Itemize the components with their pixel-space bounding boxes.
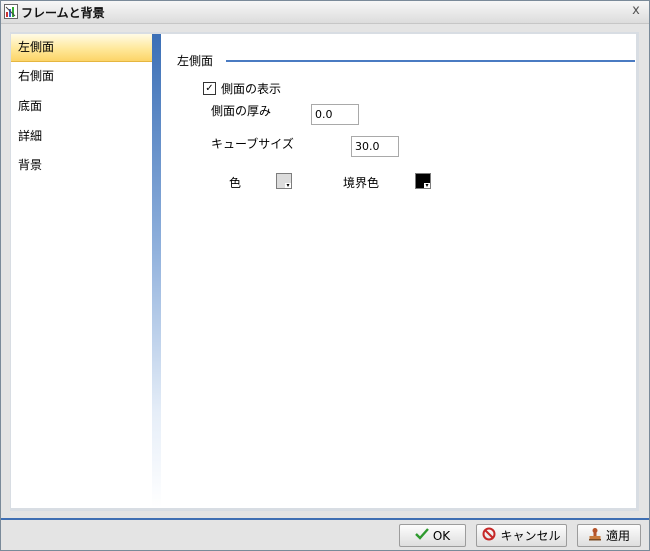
title-bar[interactable]: フレームと背景 x (1, 1, 649, 24)
sidebar-item-label: 底面 (18, 99, 43, 113)
apply-button[interactable]: 適用 (577, 524, 641, 547)
chevron-down-icon: ▾ (424, 182, 430, 189)
ok-button[interactable]: OK (399, 524, 466, 547)
chevron-down-icon: ▾ (285, 182, 291, 189)
sidebar-item-right-side[interactable]: 右側面 (11, 63, 152, 91)
settings-panel: 左側面 ✓ 側面の表示 側面の厚み キューブサイズ 色 ▾ 境界色 ▾ (161, 34, 636, 508)
dialog-title: フレームと背景 (21, 6, 105, 20)
sidebar-item-bottom[interactable]: 底面 (11, 93, 152, 121)
panel-splitter[interactable] (152, 34, 161, 508)
stamp-icon (588, 527, 602, 544)
ok-button-label: OK (432, 528, 451, 543)
cancel-icon (482, 527, 496, 544)
side-thickness-input[interactable] (311, 104, 359, 125)
frame-and-background-dialog: フレームと背景 x 左側面 右側面 底面 詳細 背景 左側面 ✓ 側面の表示 側… (0, 0, 650, 551)
color-label: 色 (229, 176, 242, 190)
sidebar-item-label: 右側面 (18, 69, 55, 83)
show-side-label: 側面の表示 (221, 81, 282, 96)
sidebar-item-label: 詳細 (18, 129, 43, 143)
checkmark-icon (414, 527, 429, 544)
show-side-checkbox-row[interactable]: ✓ 側面の表示 (203, 80, 281, 96)
apply-button-label: 適用 (605, 529, 630, 543)
cube-size-input[interactable] (351, 136, 399, 157)
footer-divider (1, 518, 649, 520)
chart-properties-icon (4, 4, 18, 19)
side-thickness-label: 側面の厚み (211, 104, 272, 118)
cube-size-label: キューブサイズ (211, 137, 294, 151)
sidebar-item-details[interactable]: 詳細 (11, 123, 152, 151)
content-frame: 左側面 右側面 底面 詳細 背景 左側面 ✓ 側面の表示 側面の厚み 0.0 キ… (10, 32, 639, 511)
cancel-button-label: キャンセル (500, 529, 561, 543)
sidebar-item-label: 左側面 (18, 40, 55, 54)
show-side-checkbox[interactable]: ✓ (203, 81, 216, 95)
section-divider (226, 60, 635, 62)
border-color-picker-button[interactable]: ▾ (415, 173, 431, 189)
sidebar-item-background[interactable]: 背景 (11, 152, 152, 180)
category-sidebar: 左側面 右側面 底面 詳細 背景 (11, 34, 152, 508)
border-color-label: 境界色 (343, 176, 380, 190)
cancel-button[interactable]: キャンセル (476, 524, 567, 547)
sidebar-item-label: 背景 (18, 158, 43, 172)
sidebar-item-left-side[interactable]: 左側面 (11, 34, 152, 62)
color-picker-button[interactable]: ▾ (276, 173, 292, 189)
panel-title: 左側面 (177, 54, 214, 68)
close-icon[interactable]: x (629, 4, 643, 18)
